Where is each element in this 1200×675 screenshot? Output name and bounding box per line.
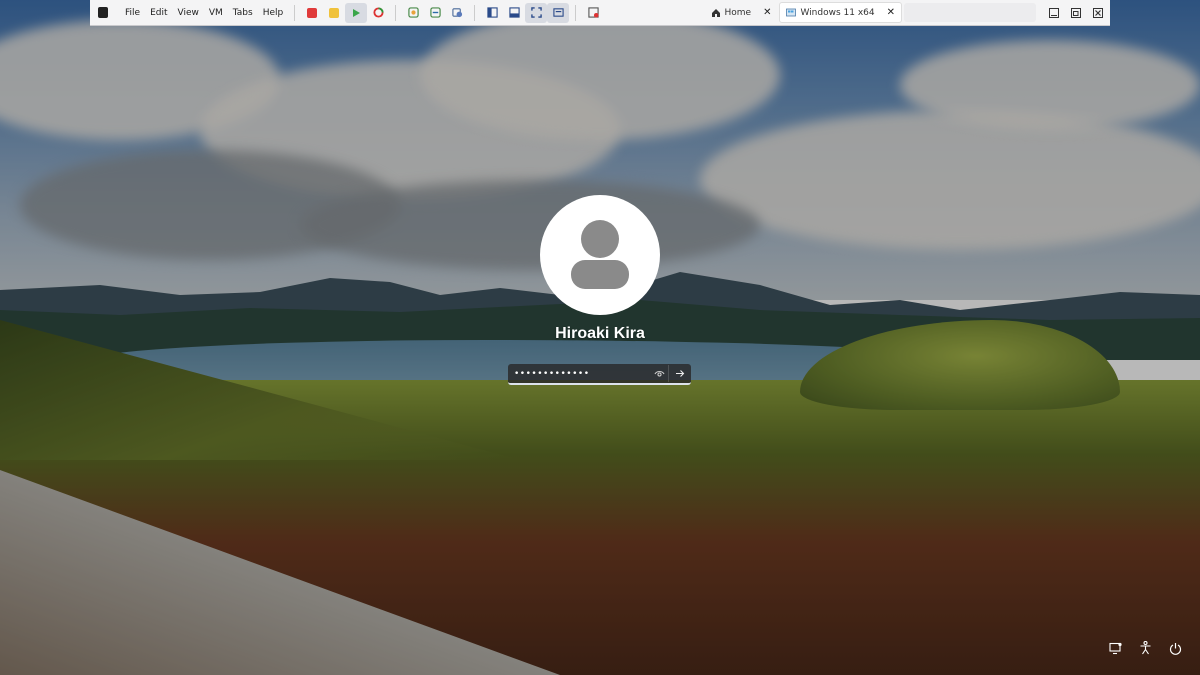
revert-snapshot-icon[interactable] xyxy=(424,3,446,23)
vm-toolbar: File Edit View VM Tabs Help Home ✕ Windo… xyxy=(90,0,1110,26)
accessibility-icon[interactable] xyxy=(1138,640,1152,656)
play-icon[interactable] xyxy=(345,2,368,23)
power-icon[interactable] xyxy=(1168,640,1182,656)
user-avatar xyxy=(540,195,660,315)
reveal-password-icon[interactable] xyxy=(650,370,668,378)
close-icon[interactable] xyxy=(1088,3,1108,23)
vm-icon xyxy=(786,8,797,16)
password-field[interactable]: ••••••••••••• xyxy=(508,364,691,385)
menu-vm[interactable]: VM xyxy=(204,3,228,23)
thumbnail-bar-icon[interactable] xyxy=(503,3,525,23)
password-value: ••••••••••••• xyxy=(514,368,590,379)
sidebar-toggle-icon[interactable] xyxy=(481,3,503,23)
tab-windows-11-label: Windows 11 x64 xyxy=(800,7,875,18)
user-avatar-head xyxy=(581,220,619,258)
tab-bar: Home ✕ Windows 11 x64 ✕ xyxy=(705,0,1045,25)
user-avatar-body xyxy=(571,260,629,289)
toolbar-separator xyxy=(294,4,296,21)
tab-home[interactable]: Home ✕ xyxy=(705,3,778,22)
restart-icon[interactable] xyxy=(367,3,389,23)
suspend-icon[interactable] xyxy=(323,3,345,23)
menu-help[interactable]: Help xyxy=(258,3,289,23)
menu-edit[interactable]: Edit xyxy=(145,3,172,23)
power-off-icon[interactable] xyxy=(301,3,323,23)
tab-windows-11[interactable]: Windows 11 x64 ✕ xyxy=(779,2,902,23)
snapshot-icon[interactable] xyxy=(402,3,424,23)
snapshot-manager-icon[interactable] xyxy=(446,3,468,23)
system-tray xyxy=(1108,640,1182,656)
menu-file[interactable]: File xyxy=(120,3,145,23)
toolbar-separator xyxy=(395,4,397,21)
menu-view[interactable]: View xyxy=(173,3,204,23)
unity-view-icon[interactable] xyxy=(547,2,570,23)
console-view-icon[interactable] xyxy=(582,3,604,23)
tab-bar-empty-space xyxy=(904,3,1036,22)
submit-arrow-icon[interactable] xyxy=(668,365,691,382)
minimize-icon[interactable] xyxy=(1044,3,1064,23)
menu-tabs[interactable]: Tabs xyxy=(228,3,258,23)
close-tab-home-icon[interactable]: ✕ xyxy=(763,7,771,18)
home-icon xyxy=(711,8,720,17)
toolbar-separator xyxy=(474,4,476,21)
username-label: Hiroaki Kira xyxy=(555,325,645,342)
tab-home-label: Home xyxy=(724,7,752,18)
restore-icon[interactable] xyxy=(1066,3,1086,23)
fullscreen-icon[interactable] xyxy=(525,2,548,23)
app-menu-icon[interactable] xyxy=(94,3,112,23)
network-icon[interactable] xyxy=(1108,640,1122,656)
toolbar-separator xyxy=(575,4,577,21)
close-tab-windows-11-icon[interactable]: ✕ xyxy=(887,7,895,18)
